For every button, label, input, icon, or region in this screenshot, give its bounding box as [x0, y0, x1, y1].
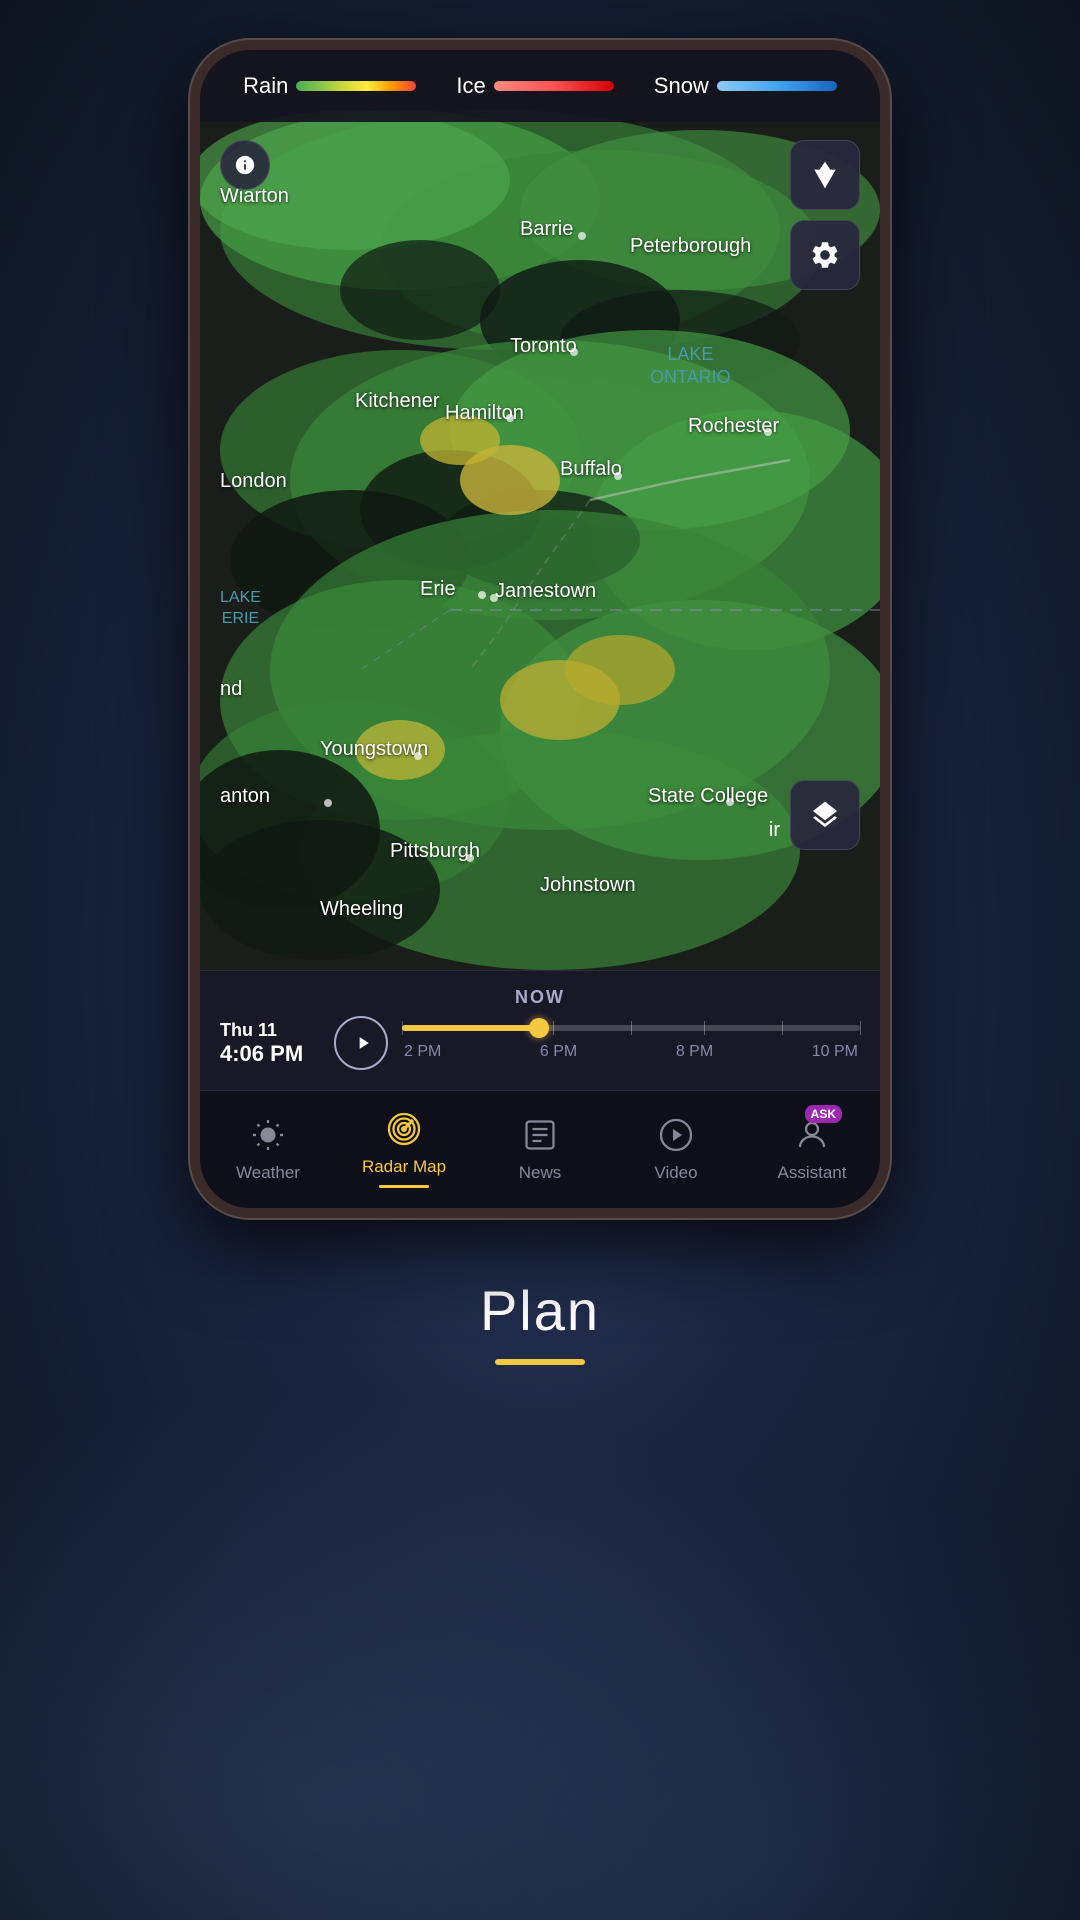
play-button[interactable] — [334, 1016, 388, 1070]
news-icon — [518, 1113, 562, 1157]
tick-label-2pm: 2 PM — [404, 1043, 441, 1061]
tick-3 — [704, 1021, 705, 1035]
weather-nav-label: Weather — [236, 1163, 300, 1183]
dot-buffalo — [614, 472, 622, 480]
rain-label: Rain — [243, 73, 288, 99]
ice-label: Ice — [456, 73, 485, 99]
timeline-progress — [402, 1025, 539, 1031]
time-display: Thu 11 4:06 PM — [220, 1020, 320, 1067]
assistant-icon-wrapper: ASK — [790, 1113, 834, 1157]
plan-underline — [495, 1359, 585, 1365]
time-date: Thu 11 — [220, 1020, 277, 1041]
snow-label: Snow — [654, 73, 709, 99]
nav-item-assistant[interactable]: ASK Assistant — [762, 1113, 862, 1183]
news-nav-label: News — [519, 1163, 562, 1183]
nav-item-weather[interactable]: Weather — [218, 1113, 318, 1183]
dot-jamestown — [490, 594, 498, 602]
rain-legend: Rain — [243, 73, 416, 99]
radar-icon — [382, 1107, 426, 1151]
tick-2 — [631, 1021, 632, 1035]
dot-youngstown — [414, 752, 422, 760]
active-indicator — [379, 1185, 429, 1188]
time-clock: 4:06 PM — [220, 1041, 303, 1067]
assistant-nav-label: Assistant — [778, 1163, 847, 1183]
volume-button — [880, 370, 890, 510]
video-nav-label: Video — [654, 1163, 697, 1183]
radar-nav-label: Radar Map — [362, 1157, 446, 1177]
ice-gradient — [494, 81, 614, 91]
dot-rochester — [764, 428, 772, 436]
snow-legend: Snow — [654, 73, 837, 99]
timeline-bar: NOW Thu 11 4:06 PM — [200, 970, 880, 1090]
dot-statecollege — [726, 798, 734, 806]
dot-pittsburgh — [466, 854, 474, 862]
timeline-thumb[interactable] — [529, 1018, 549, 1038]
ask-badge: ASK — [805, 1105, 842, 1123]
rain-gradient — [296, 81, 416, 91]
radar-map[interactable]: Wiarton Barrie Peterborough Toronto LAKE… — [200, 50, 880, 970]
nav-item-news[interactable]: News — [490, 1113, 590, 1183]
timeline-time-labels: 2 PM 6 PM 8 PM 10 PM — [402, 1043, 860, 1061]
dot-toronto — [570, 348, 578, 356]
map-controls — [790, 140, 860, 290]
location-button[interactable] — [790, 140, 860, 210]
tick-end — [860, 1021, 861, 1035]
snow-gradient — [717, 81, 837, 91]
power-button — [880, 250, 890, 330]
legend-bar: Rain Ice Snow — [200, 50, 880, 122]
tick-1 — [553, 1021, 554, 1035]
bottom-navigation: Weather Radar Map — [200, 1090, 880, 1208]
dot-erie — [478, 591, 486, 599]
timeline-track — [402, 1025, 860, 1031]
timeline-slider[interactable]: 2 PM 6 PM 8 PM 10 PM — [402, 1025, 860, 1061]
now-label: NOW — [220, 987, 860, 1008]
bottom-section: Plan — [480, 1278, 600, 1365]
dot-barrie — [578, 232, 586, 240]
tick-label-10pm: 10 PM — [812, 1043, 858, 1061]
video-icon — [654, 1113, 698, 1157]
ir-label: ir — [769, 819, 780, 842]
settings-button[interactable] — [790, 220, 860, 290]
tick-label-6pm: 6 PM — [540, 1043, 577, 1061]
tick-start — [402, 1021, 403, 1035]
timeline-controls: Thu 11 4:06 PM — [220, 1016, 860, 1070]
tick-label-8pm: 8 PM — [676, 1043, 713, 1061]
info-button[interactable] — [220, 140, 270, 190]
nav-item-radar[interactable]: Radar Map — [354, 1107, 454, 1188]
nav-item-video[interactable]: Video — [626, 1113, 726, 1183]
dot-anton — [324, 799, 332, 807]
phone-frame: Rain Ice Snow — [190, 40, 890, 1218]
weather-icon — [246, 1113, 290, 1157]
plan-title: Plan — [480, 1278, 600, 1343]
tick-4 — [782, 1021, 783, 1035]
ice-legend: Ice — [456, 73, 613, 99]
dot-hamilton — [506, 414, 514, 422]
phone-screen: Rain Ice Snow — [200, 50, 880, 1208]
layers-button[interactable] — [790, 780, 860, 850]
